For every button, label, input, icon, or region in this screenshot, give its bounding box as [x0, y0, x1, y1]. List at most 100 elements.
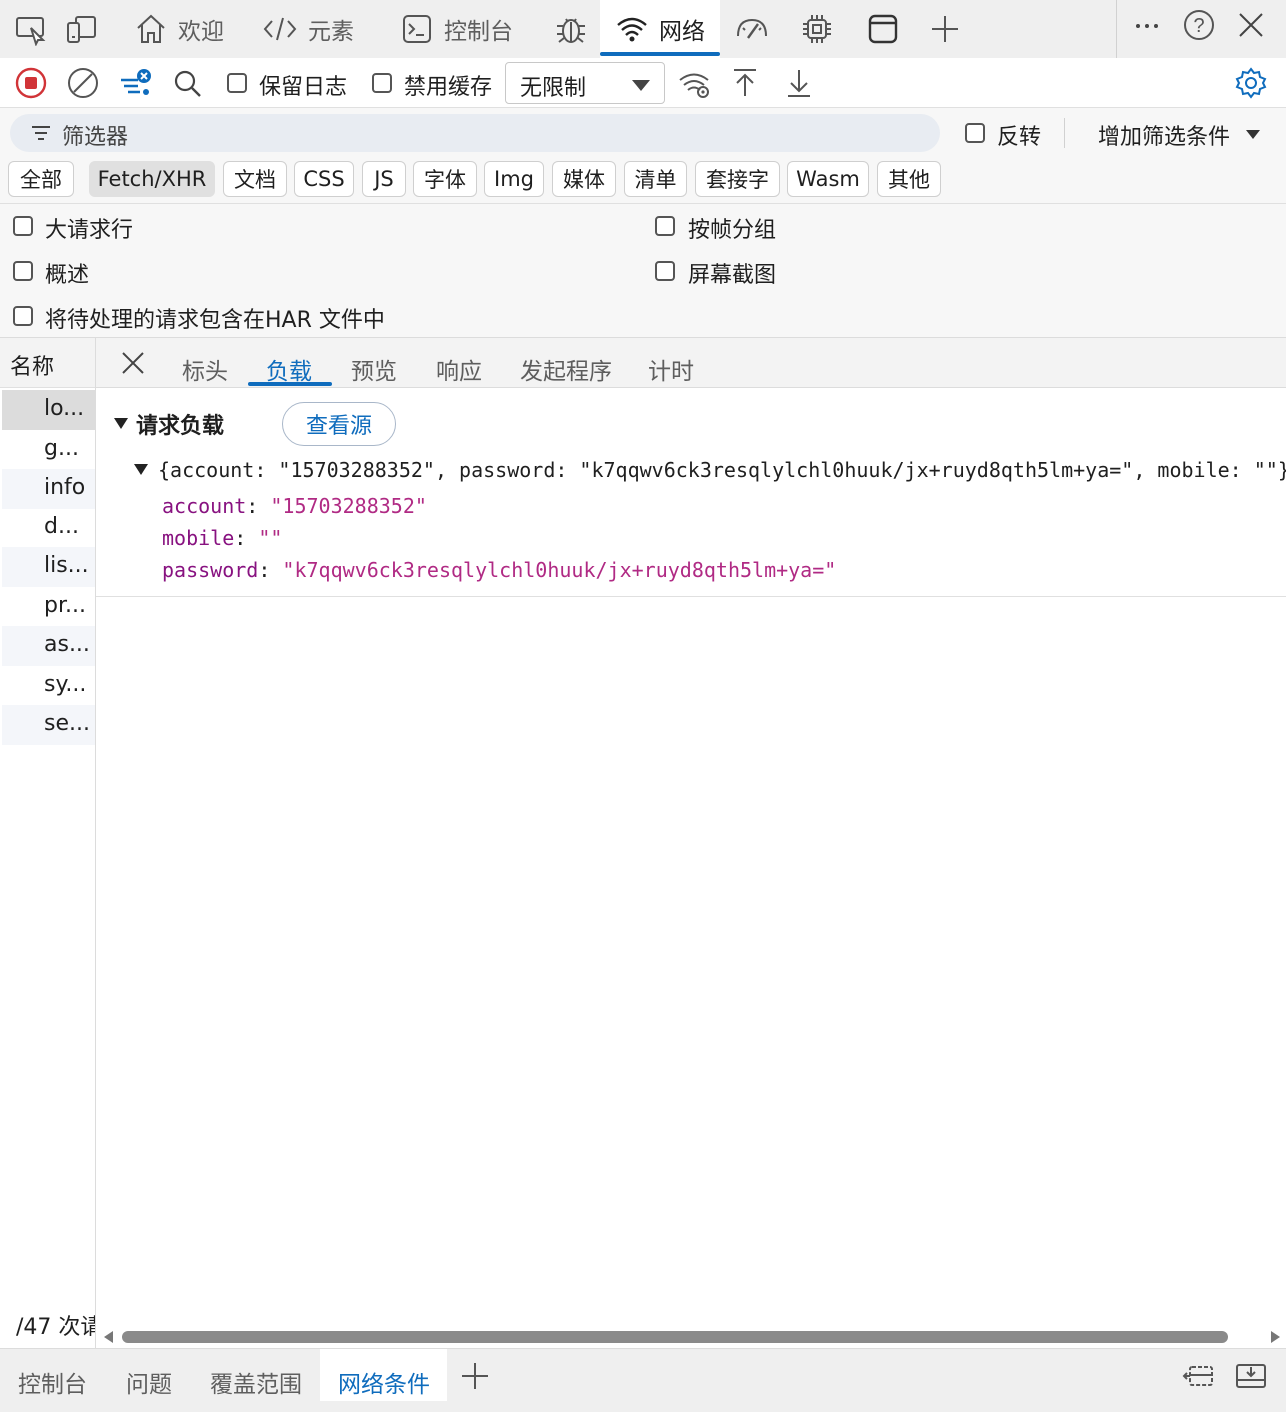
- filter-placeholder: 筛选器: [62, 125, 129, 150]
- group-by-frame-checkbox[interactable]: [655, 216, 675, 236]
- bug-icon[interactable]: [554, 12, 588, 46]
- drawer-tab-console[interactable]: 控制台: [18, 1365, 87, 1399]
- close-devtools-icon[interactable]: [1234, 8, 1268, 42]
- tab-welcome[interactable]: 欢迎: [130, 0, 228, 58]
- device-emulation-icon[interactable]: [64, 12, 98, 46]
- devtools-tab-bar: 欢迎 元素 控制台 网络 ?: [0, 0, 1286, 58]
- expand-triangle-icon[interactable]: [134, 464, 148, 475]
- disable-cache-checkbox[interactable]: [372, 73, 392, 93]
- add-tab-icon[interactable]: [928, 12, 962, 46]
- payload-field: account: "15703288352": [162, 494, 427, 518]
- more-icon[interactable]: [1130, 12, 1164, 46]
- scrollbar-thumb[interactable]: [122, 1331, 1228, 1343]
- add-filter-button[interactable]: 增加筛选条件: [1098, 119, 1230, 151]
- request-row[interactable]: g...: [2, 430, 95, 470]
- request-row[interactable]: d...: [2, 508, 95, 548]
- separator: [1116, 0, 1117, 58]
- request-row[interactable]: as...: [2, 626, 95, 666]
- request-payload-title: 请求负载: [136, 414, 225, 439]
- request-row[interactable]: sy...: [2, 666, 95, 706]
- invert-checkbox[interactable]: [965, 123, 985, 143]
- request-name: lis...: [44, 553, 89, 578]
- drawer-tab-coverage[interactable]: 覆盖范围: [210, 1365, 302, 1399]
- request-list: 名称 lo... g... info d... lis... pr... as.…: [0, 338, 96, 1348]
- type-filter-manifest[interactable]: 清单: [624, 161, 687, 197]
- scroll-right-icon[interactable]: [1271, 1331, 1280, 1343]
- help-icon[interactable]: ?: [1182, 8, 1216, 42]
- application-icon[interactable]: [866, 12, 900, 46]
- filter-row: 筛选器 反转 增加筛选条件: [0, 108, 1286, 158]
- type-filter-all[interactable]: 全部: [8, 161, 74, 197]
- tab-timing[interactable]: 计时: [648, 352, 694, 386]
- tab-console-label: 控制台: [444, 19, 513, 45]
- network-conditions-icon[interactable]: [678, 66, 712, 100]
- payload-summary: {account: "15703288352", password: "k7qq…: [158, 458, 1286, 482]
- horizontal-scrollbar[interactable]: [96, 1326, 1286, 1348]
- name-column-header[interactable]: 名称: [0, 338, 95, 388]
- type-filter-fetch-xhr[interactable]: Fetch/XHR: [89, 161, 215, 197]
- tab-elements[interactable]: 元素: [258, 0, 358, 58]
- screenshots-label: 屏幕截图: [688, 263, 777, 288]
- tab-headers[interactable]: 标头: [182, 352, 228, 386]
- type-filter-media[interactable]: 媒体: [552, 161, 616, 197]
- network-options: 大请求行 按帧分组 概述 屏幕截图 将待处理的请求包含在HAR 文件中: [0, 204, 1286, 338]
- scroll-left-icon[interactable]: [104, 1331, 113, 1343]
- type-filter-js[interactable]: JS: [362, 161, 406, 197]
- type-filter-socket[interactable]: 套接字: [695, 161, 780, 197]
- divider: [96, 596, 1286, 597]
- request-row[interactable]: lis...: [2, 547, 95, 587]
- field-key: mobile: [162, 526, 235, 550]
- search-icon[interactable]: [170, 66, 204, 100]
- tab-network[interactable]: 网络: [600, 0, 720, 58]
- filter-input[interactable]: 筛选器: [10, 114, 940, 152]
- preserve-log-checkbox[interactable]: [227, 73, 247, 93]
- settings-gear-icon[interactable]: [1234, 66, 1268, 100]
- throttling-select[interactable]: 无限制: [505, 62, 665, 104]
- screenshots-checkbox[interactable]: [655, 261, 675, 281]
- dock-drawer-icon[interactable]: [1182, 1361, 1216, 1391]
- home-icon: [134, 12, 168, 46]
- view-source-button[interactable]: 查看源: [282, 402, 396, 446]
- overview-checkbox[interactable]: [13, 261, 33, 281]
- tab-response[interactable]: 响应: [436, 352, 482, 386]
- memory-icon[interactable]: [800, 12, 834, 46]
- big-rows-checkbox[interactable]: [13, 216, 33, 236]
- type-filter-img[interactable]: Img: [484, 161, 544, 197]
- drawer-tab-network-conditions[interactable]: 网络条件: [338, 1365, 430, 1399]
- drawer-tab-issues[interactable]: 问题: [126, 1365, 172, 1399]
- performance-icon[interactable]: [734, 12, 768, 46]
- filter-clear-icon[interactable]: [118, 66, 152, 100]
- type-filter-doc[interactable]: 文档: [223, 161, 287, 197]
- request-row[interactable]: pr...: [2, 587, 95, 627]
- type-filter-font[interactable]: 字体: [413, 161, 477, 197]
- close-drawer-icon[interactable]: [1234, 1361, 1268, 1391]
- request-row[interactable]: lo...: [2, 390, 95, 430]
- har-pending-checkbox[interactable]: [13, 306, 33, 326]
- request-row[interactable]: info: [2, 469, 95, 509]
- clear-icon[interactable]: [66, 66, 100, 100]
- type-filter-css[interactable]: CSS: [294, 161, 354, 197]
- disable-cache-label: 禁用缓存: [404, 75, 493, 100]
- inspect-element-icon[interactable]: [14, 12, 48, 46]
- tab-initiator[interactable]: 发起程序: [520, 352, 612, 386]
- record-stop-icon[interactable]: [14, 66, 48, 100]
- field-key: password: [162, 558, 259, 582]
- type-filter-other[interactable]: 其他: [877, 161, 941, 197]
- request-detail-pane: 标头 负载 预览 响应 发起程序 计时 请求负载 查看源 {account: "…: [96, 338, 1286, 1348]
- field-key: account: [162, 494, 247, 518]
- request-count-status: /47 次请: [0, 1300, 95, 1348]
- tab-preview[interactable]: 预览: [351, 352, 397, 386]
- request-row[interactable]: se...: [2, 705, 95, 745]
- tab-payload[interactable]: 负载: [266, 352, 312, 386]
- import-har-icon[interactable]: [728, 66, 762, 100]
- collapse-triangle-icon[interactable]: [114, 418, 128, 429]
- close-detail-icon[interactable]: [120, 350, 146, 376]
- chevron-down-icon: [632, 80, 650, 91]
- code-icon: [262, 12, 298, 46]
- tab-console[interactable]: 控制台: [396, 0, 517, 58]
- type-filter-wasm[interactable]: Wasm: [787, 161, 869, 197]
- export-har-icon[interactable]: [782, 66, 816, 100]
- preserve-log-label: 保留日志: [259, 75, 348, 100]
- svg-text:?: ?: [1193, 15, 1204, 37]
- add-drawer-tab-icon[interactable]: [460, 1361, 490, 1391]
